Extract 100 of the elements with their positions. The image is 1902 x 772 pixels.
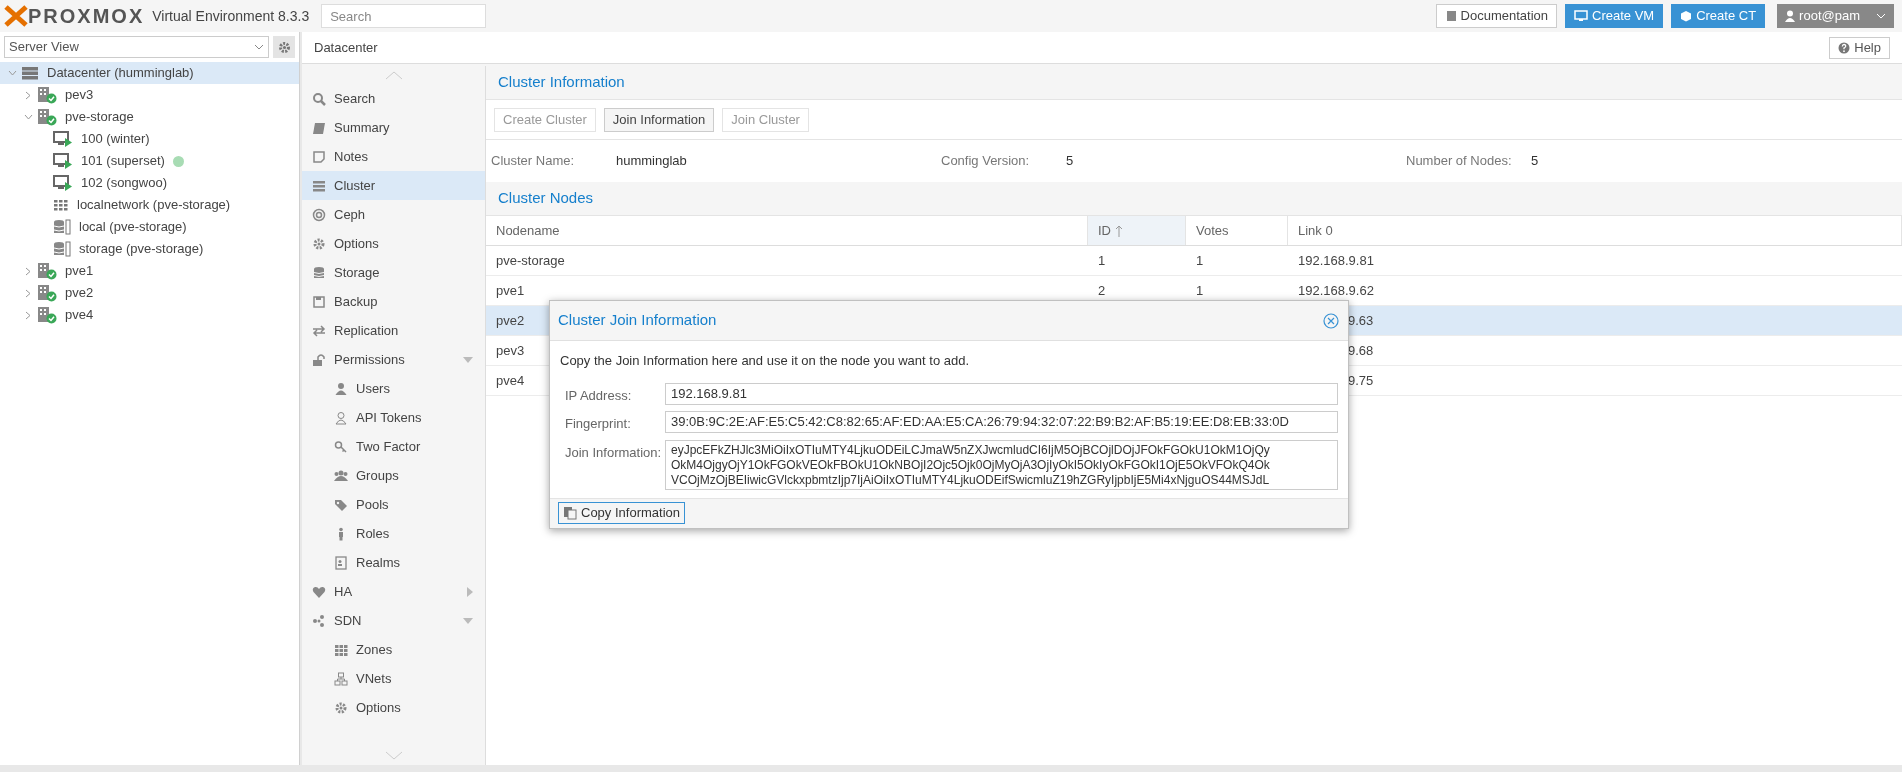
tree-item[interactable]: local (pve-storage) bbox=[0, 216, 299, 238]
search-field[interactable]: Search bbox=[321, 4, 487, 28]
nav-item[interactable]: Storage bbox=[302, 258, 485, 287]
nav-item[interactable]: VNets bbox=[302, 664, 485, 693]
logo-x-icon bbox=[4, 5, 28, 27]
scroll-up-icon bbox=[383, 70, 404, 80]
tree-item[interactable]: pve4 bbox=[0, 304, 299, 326]
tree-item[interactable]: localnetwork (pve-storage) bbox=[0, 194, 299, 216]
nav-item[interactable]: Two Factor bbox=[302, 432, 485, 461]
text-field[interactable]: 192.168.9.81 bbox=[665, 382, 1338, 405]
nav-item[interactable]: Cluster bbox=[302, 171, 485, 200]
close-button[interactable] bbox=[1322, 311, 1340, 330]
panel-title: Cluster Nodes bbox=[486, 182, 1902, 216]
chevron-down-icon bbox=[254, 44, 264, 50]
chevron-down-icon bbox=[8, 70, 17, 76]
tree-item[interactable]: 100 (winter) bbox=[0, 128, 299, 150]
field-value: 5 bbox=[1066, 152, 1074, 171]
toolbar-button[interactable]: Join Information bbox=[603, 107, 715, 132]
tree-item[interactable]: storage (pve-storage) bbox=[0, 238, 299, 260]
nav-item[interactable]: Users bbox=[302, 374, 485, 403]
database-icon bbox=[53, 241, 71, 257]
nav-item[interactable]: Zones bbox=[302, 635, 485, 664]
table-cell-text: pev3 bbox=[496, 341, 525, 360]
nav-item[interactable]: Realms bbox=[302, 548, 485, 577]
server-icon bbox=[312, 178, 326, 193]
tree-item[interactable]: pve-storage bbox=[0, 106, 299, 128]
table-cell-text: pve1 bbox=[496, 281, 525, 300]
copy-information-button[interactable]: Copy Information bbox=[558, 502, 685, 524]
settings-button[interactable] bbox=[273, 36, 295, 58]
building-check-icon bbox=[37, 284, 57, 302]
column-header[interactable]: Link 0 bbox=[1288, 216, 1902, 245]
nav-item[interactable]: Groups bbox=[302, 461, 485, 490]
nav-item[interactable]: Ceph bbox=[302, 200, 485, 229]
documentation-button[interactable]: Documentation bbox=[1435, 4, 1557, 28]
swap-arrows-icon bbox=[312, 323, 326, 338]
table-cell-text: 192.168.9.62 bbox=[1298, 281, 1374, 300]
nav-item[interactable]: HA bbox=[302, 577, 485, 606]
nav-item[interactable]: Pools bbox=[302, 490, 485, 519]
nav-item[interactable]: Options bbox=[302, 693, 485, 722]
field-label: Cluster Name: bbox=[491, 152, 576, 171]
logo-text: PROXMOX bbox=[28, 4, 145, 29]
tree-item[interactable]: pve2 bbox=[0, 282, 299, 304]
note-icon bbox=[312, 149, 326, 164]
table-cell-text: pve-storage bbox=[496, 251, 565, 270]
table-cell-text: 1 bbox=[1196, 251, 1204, 270]
nav-item[interactable]: Options bbox=[302, 229, 485, 258]
nav-item[interactable]: Summary bbox=[302, 113, 485, 142]
caret-down-icon bbox=[463, 356, 473, 363]
monitor-play-icon bbox=[53, 131, 73, 147]
id-card-icon bbox=[334, 555, 348, 570]
table-cell-text: 192.168.9.81 bbox=[1298, 251, 1374, 270]
cube-icon bbox=[1680, 10, 1693, 22]
grid-icon bbox=[334, 642, 348, 657]
monitor-icon bbox=[1574, 10, 1588, 22]
nodes-icon bbox=[312, 613, 326, 628]
caret-icon bbox=[1876, 13, 1886, 19]
nav-item[interactable]: Roles bbox=[302, 519, 485, 548]
join-info-field[interactable]: eyJpcEFkZHJlc3MiOiIxOTIuMTY4LjkuODEiLCJmaW5nZXJwcmludCI6IjM5OjBCOjlDOjJFOkFGOkU1OkM1OjQy OkM4OjgyOjY1OkFGOkVEOkFBOkU1OkNBOjI2Ojc5Ojk0OjMyOjA3OjIyOkI5OkIyOkFGOkI1OjE5OkVFOkQ4Ok VCOjMzOjBEIiwicGVlckxpbmtzIjp7IjAiOiIxOTIuMTY4LjkuODEifSwicmluZ19hZGRyIjpbIjE5Mi4xNjguOS44MSJdL bbox=[665, 439, 1338, 490]
user-icon bbox=[1785, 10, 1796, 22]
tree-item[interactable]: pev3 bbox=[0, 84, 299, 106]
column-header[interactable]: Votes bbox=[1186, 216, 1288, 245]
field-value: humminglab bbox=[616, 152, 687, 171]
table-cell-text: 2 bbox=[1098, 281, 1106, 300]
nav-item[interactable]: API Tokens bbox=[302, 403, 485, 432]
chevron-right-icon bbox=[24, 288, 33, 298]
user-menu-button[interactable]: root@pam bbox=[1777, 4, 1894, 28]
building-check-icon bbox=[37, 86, 57, 104]
gear-icon bbox=[312, 236, 326, 251]
dialog-title: Cluster Join Information bbox=[558, 310, 717, 331]
text-field[interactable]: 39:0B:9C:2E:AF:E5:C5:42:C8:82:65:AF:ED:AA:E5:CA:26:79:94:32:07:22:B9:B2:AF:B5:19:EE:D8:EB:33:0D bbox=[665, 411, 1338, 433]
tree-item[interactable]: Datacenter (humminglab) bbox=[0, 62, 299, 84]
chevron-right-icon bbox=[24, 266, 33, 276]
chevron-right-icon bbox=[24, 90, 33, 100]
tags-icon bbox=[334, 497, 348, 512]
nav-item[interactable]: Backup bbox=[302, 287, 485, 316]
table-cell-text: 9.75 bbox=[1348, 371, 1374, 390]
database-icon bbox=[53, 219, 71, 235]
nav-item[interactable]: Search bbox=[302, 84, 485, 113]
chevron-right-icon bbox=[24, 310, 33, 320]
nav-item[interactable]: SDN bbox=[302, 606, 485, 635]
chevron-down-icon bbox=[24, 114, 33, 120]
field-label: Fingerprint: bbox=[564, 415, 632, 433]
user-outline-icon bbox=[334, 410, 348, 425]
tree-item[interactable]: 101 (superset) bbox=[0, 150, 299, 172]
dialog-message: Copy the Join Information here and use it on the node you want to add. bbox=[560, 352, 971, 370]
network-icon bbox=[334, 671, 348, 686]
help-button[interactable]: Help bbox=[1829, 36, 1890, 59]
view-selector[interactable]: Server View bbox=[4, 36, 269, 58]
search-icon bbox=[312, 91, 326, 106]
column-header[interactable]: ID bbox=[1088, 216, 1186, 245]
close-icon bbox=[1323, 312, 1339, 329]
nav-item[interactable]: Permissions bbox=[302, 345, 485, 374]
tree-item[interactable]: pve1 bbox=[0, 260, 299, 282]
table-cell-text: 1 bbox=[1196, 281, 1204, 300]
tree-item[interactable]: 102 (songwoo) bbox=[0, 172, 299, 194]
nav-item[interactable]: Replication bbox=[302, 316, 485, 345]
field-value: 5 bbox=[1531, 152, 1539, 171]
nav-item[interactable]: Notes bbox=[302, 142, 485, 171]
table-cell-text: 9.68 bbox=[1348, 341, 1374, 360]
building-check-icon bbox=[37, 306, 57, 324]
